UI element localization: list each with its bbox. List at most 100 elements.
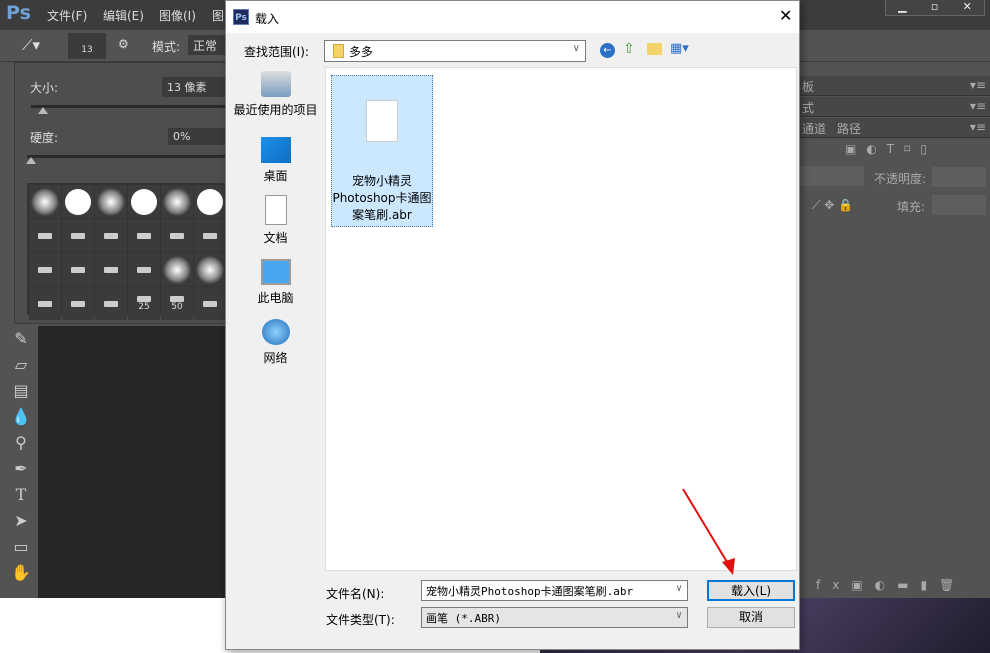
place-documents[interactable]: 文档 — [231, 195, 320, 246]
brush-preset[interactable] — [29, 253, 61, 286]
fill-label: 填充: — [897, 200, 926, 214]
tab-channels[interactable]: 通道 — [802, 120, 826, 137]
view-menu-icon[interactable]: ▦▾ — [670, 41, 689, 56]
layer-actions-icons[interactable]: fx▣◐▬▮🗑 — [816, 578, 966, 592]
dodge-icon[interactable]: ⚲ — [4, 430, 38, 456]
brush-preset[interactable]: 50 — [161, 287, 193, 320]
history-brush-icon[interactable]: ✎ — [4, 326, 38, 352]
ps-app-icon: Ps — [233, 9, 249, 25]
place-desktop[interactable]: 桌面 — [231, 137, 320, 184]
mode-label: 模式: — [152, 40, 181, 54]
toolbox: ✎ ▱ ▤ 💧 ⚲ ✒ T ➤ ▭ ✋ — [4, 326, 38, 596]
hand-icon[interactable]: ✋ — [4, 560, 38, 586]
blend-mode-select[interactable] — [800, 166, 864, 186]
brush-preset-grid: 25 50 — [27, 183, 227, 320]
panel-menu-icon[interactable]: ▾≡ — [970, 99, 986, 113]
file-icon — [366, 100, 398, 142]
menu-edit[interactable]: 编辑(E) — [103, 7, 144, 24]
size-input[interactable]: 13 像素 — [162, 77, 232, 97]
filename-input[interactable]: 宠物小精灵Photoshop卡通图案笔刷.abr ∨ — [421, 580, 688, 601]
brush-panel-toggle-icon[interactable]: ⚙ — [118, 37, 129, 51]
blur-icon[interactable]: 💧 — [4, 404, 38, 430]
layer-filter-icons[interactable]: ▣◐T⌑▯ — [845, 142, 937, 156]
place-this-pc[interactable]: 此电脑 — [231, 259, 320, 306]
load-button[interactable]: 载入(L) — [707, 580, 795, 601]
new-folder-icon[interactable] — [647, 43, 662, 55]
brush-preset[interactable] — [62, 287, 94, 320]
right-panels: 色板板▾≡ 样式式▾≡ 通道路径 ▾≡ ▣◐T⌑▯ 不透明度: ⟋ ✥ 🔒 填充:… — [800, 62, 990, 598]
size-slider[interactable] — [31, 105, 231, 108]
lookin-select[interactable]: 多多 ∨ — [324, 40, 586, 62]
brush-preset[interactable] — [194, 287, 226, 320]
hardness-slider-thumb[interactable] — [26, 157, 36, 164]
panel-menu-icon[interactable]: ▾≡ — [970, 78, 986, 92]
channels-paths-tabs: 通道 路径 ▾≡ — [800, 118, 990, 138]
brush-size-readout: 13 — [81, 45, 93, 55]
file-name-line: 宠物小精灵 — [351, 174, 412, 188]
filetype-select[interactable]: 画笔 (*.ABR) ∨ — [421, 607, 688, 628]
brush-preset[interactable] — [95, 185, 127, 218]
brush-preset[interactable] — [29, 219, 61, 252]
brush-preset[interactable]: 25 — [128, 287, 160, 320]
brush-preset[interactable] — [161, 253, 193, 286]
tab-paths[interactable]: 路径 — [837, 120, 861, 137]
panel-menu-icon[interactable]: ▾≡ — [970, 120, 986, 134]
chevron-down-icon: ∨ — [572, 43, 580, 54]
place-recent[interactable]: 最近使用的项目 — [231, 71, 320, 118]
file-item[interactable]: 宠物小精灵 Photoshop卡通图 案笔刷.abr — [331, 75, 433, 227]
brush-preset[interactable] — [128, 185, 160, 218]
brush-preset-panel: 大小: 13 像素 硬度: 0% 25 50 — [14, 62, 232, 324]
brush-preset[interactable] — [194, 185, 226, 218]
up-folder-icon[interactable]: ⇧ — [623, 41, 635, 57]
brush-preset[interactable] — [62, 185, 94, 218]
brush-tool-icon[interactable]: ⟋▾ — [22, 36, 40, 54]
tab-styles[interactable]: 样式式▾≡ — [800, 97, 990, 117]
brush-preset-picker[interactable]: 13 — [68, 33, 106, 59]
path-select-icon[interactable]: ➤ — [4, 508, 38, 534]
menu-image[interactable]: 图像(I) — [159, 7, 196, 24]
fill-input[interactable] — [932, 195, 986, 215]
place-network[interactable]: 网络 — [231, 319, 320, 366]
back-icon[interactable]: ← — [600, 43, 615, 58]
computer-icon — [260, 259, 291, 285]
brush-preset[interactable] — [161, 185, 193, 218]
window-controls: ▁ ▫ ✕ — [885, 0, 985, 16]
cancel-button[interactable]: 取消 — [707, 607, 795, 628]
size-slider-thumb[interactable] — [38, 107, 48, 114]
eraser-icon[interactable]: ▱ — [4, 352, 38, 378]
ps-logo: Ps — [6, 2, 31, 24]
brush-preset[interactable] — [95, 253, 127, 286]
brush-preset[interactable] — [161, 219, 193, 252]
brush-preset[interactable] — [62, 253, 94, 286]
close-icon[interactable]: ✕ — [779, 6, 792, 25]
close-icon[interactable]: ✕ — [963, 0, 972, 15]
brush-preset[interactable] — [128, 219, 160, 252]
tab-swatches[interactable]: 色板板▾≡ — [800, 76, 990, 96]
brush-preset[interactable] — [29, 185, 61, 218]
opacity-input[interactable] — [932, 167, 986, 187]
menu-file[interactable]: 文件(F) — [47, 7, 87, 24]
pen-icon[interactable]: ✒ — [4, 456, 38, 482]
gradient-icon[interactable]: ▤ — [4, 378, 38, 404]
brush-preset[interactable] — [95, 287, 127, 320]
lock-icons[interactable]: ⟋ ✥ 🔒 — [812, 198, 853, 213]
brush-preset[interactable] — [62, 219, 94, 252]
hardness-input[interactable]: 0% — [168, 128, 232, 145]
brush-preset[interactable] — [128, 253, 160, 286]
minimize-icon[interactable]: ▁ — [898, 0, 906, 15]
mode-select[interactable]: 正常 — [188, 35, 228, 55]
brush-preset[interactable] — [194, 253, 226, 286]
type-icon[interactable]: T — [4, 482, 38, 508]
rectangle-icon[interactable]: ▭ — [4, 534, 38, 560]
hardness-label: 硬度: — [30, 131, 59, 145]
brush-preset[interactable] — [29, 287, 61, 320]
brush-preset[interactable] — [95, 219, 127, 252]
chevron-down-icon[interactable]: ∨ — [676, 583, 682, 594]
network-icon — [261, 319, 290, 345]
hardness-slider[interactable] — [27, 155, 231, 158]
menu-layer[interactable]: 图 — [212, 7, 224, 24]
opacity-label: 不透明度: — [874, 172, 927, 186]
canvas-area — [38, 326, 225, 598]
maximize-icon[interactable]: ▫ — [931, 0, 938, 15]
brush-preset[interactable] — [194, 219, 226, 252]
